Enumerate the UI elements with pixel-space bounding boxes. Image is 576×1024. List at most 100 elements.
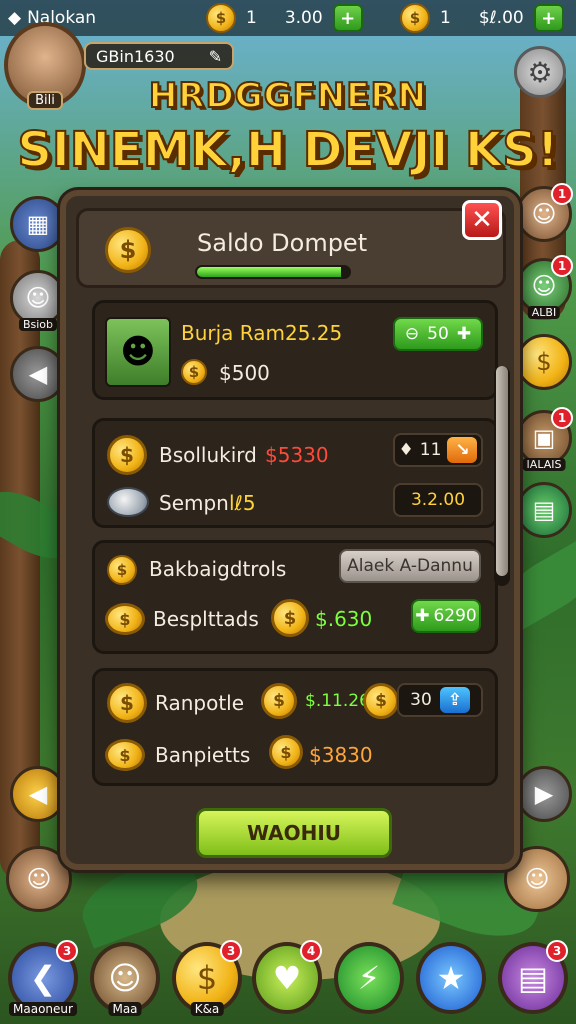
notification-badge: 1 bbox=[551, 255, 573, 277]
side-button-ally[interactable]: ☺ 1 ALBI bbox=[516, 255, 573, 319]
resource-counter: $ 1 3.00 + bbox=[206, 3, 363, 33]
side-button-back[interactable]: ◀ bbox=[10, 346, 66, 402]
nav-star-button[interactable]: ★ bbox=[416, 942, 486, 1014]
coin-icon: $ bbox=[107, 683, 147, 723]
row-value-pill: 3.2.00 bbox=[393, 483, 483, 517]
balance-card: $ Bsollukird $5330 ♦ 11 ↘ Sempn lℓ5 3.2.… bbox=[92, 418, 498, 528]
coin-stack-icon: $ bbox=[105, 739, 145, 771]
add-resource-button[interactable]: + bbox=[332, 4, 363, 32]
notification-badge: 4 bbox=[300, 940, 322, 962]
coin-icon: $ bbox=[271, 599, 309, 637]
coin-stack-icon: $ bbox=[105, 603, 145, 635]
expense-card: $ Ranpotle $ $.11.26 $ 30 ⇪ $ Banpietts … bbox=[92, 668, 498, 786]
nav-power-button[interactable]: ⚡ bbox=[334, 942, 404, 1014]
avatar-icon: ☺ bbox=[524, 865, 550, 893]
title-line-1: HRDGGFNERN bbox=[148, 75, 428, 117]
wallet-modal: $ Saldo Dompet ✕ ☻ Burja Ram25.25 $ $500… bbox=[60, 190, 520, 870]
arrow-right-icon: ▶ bbox=[534, 780, 554, 808]
side-button-next[interactable]: ▶ bbox=[516, 766, 572, 822]
row-label: Bakbaigdtrols bbox=[149, 557, 287, 581]
coin-icon: $ bbox=[181, 359, 207, 385]
coin-icon: $ bbox=[107, 435, 147, 475]
row-action[interactable]: ♦ 11 ↘ bbox=[393, 433, 483, 467]
avatar-icon: ☺ bbox=[25, 284, 51, 312]
close-icon: ✕ bbox=[471, 205, 493, 235]
resource-counter: $ 1 $ℓ.00 + bbox=[400, 3, 564, 33]
heart-icon: ♥ bbox=[272, 959, 302, 997]
avatar-icon: ☺ bbox=[26, 865, 52, 893]
player-id-bar[interactable]: GBin1630 ✎ bbox=[84, 42, 234, 70]
confirm-button[interactable]: WAOHIU bbox=[196, 808, 392, 858]
back-icon: ❮ bbox=[29, 959, 57, 997]
side-button-map[interactable]: ▦ bbox=[10, 196, 66, 252]
star-icon: ★ bbox=[436, 959, 466, 997]
modal-header: $ Saldo Dompet bbox=[76, 208, 506, 288]
avatar-icon: ☺ bbox=[531, 200, 557, 228]
item-image: ☻ bbox=[105, 317, 171, 387]
coin-icon: $ bbox=[363, 683, 399, 719]
side-button-profile[interactable]: ☺ Bsiob bbox=[10, 270, 66, 331]
coin-icon: $ bbox=[261, 683, 297, 719]
notification-badge: 3 bbox=[546, 940, 568, 962]
lightning-icon: ⚡ bbox=[357, 959, 381, 997]
coin-icon: $ bbox=[107, 555, 137, 585]
nav-favorites-button[interactable]: ♥ 4 bbox=[252, 940, 322, 1014]
side-button-chest[interactable]: ▣ 1 IALAIS bbox=[516, 407, 573, 471]
notification-badge: 3 bbox=[56, 940, 78, 962]
row-action[interactable]: 30 ⇪ bbox=[397, 683, 483, 717]
cards-icon: ▤ bbox=[517, 959, 549, 997]
row-label: Sempn bbox=[159, 491, 229, 515]
box-icon: ▤ bbox=[532, 496, 556, 524]
coin-icon: $ bbox=[269, 735, 303, 769]
row-value: $.11.26 bbox=[305, 691, 370, 711]
row-value: $3830 bbox=[309, 743, 373, 767]
minus-icon: ⊖ bbox=[404, 324, 420, 344]
coin-icon: $ bbox=[536, 348, 552, 376]
add-resource-button[interactable]: + bbox=[533, 4, 564, 32]
title-line-2: SINEMK,H DEVJI KS! bbox=[16, 121, 559, 179]
arrow-left-icon: ◀ bbox=[28, 780, 48, 808]
item-name: Burja Ram25.25 bbox=[181, 321, 343, 345]
status-bar: ◆ Nalokan $ 1 3.00 + $ 1 $ℓ.00 + bbox=[0, 0, 576, 36]
coin-icon: $ bbox=[105, 227, 151, 273]
row-value: $.630 bbox=[315, 607, 373, 631]
progress-fill bbox=[197, 267, 342, 277]
arrow-icon: ↘ bbox=[447, 437, 478, 463]
silver-coin-icon bbox=[107, 487, 149, 517]
nav-coins-button[interactable]: $ 3 K&a bbox=[172, 940, 242, 1016]
map-icon: ▦ bbox=[26, 210, 50, 238]
row-action[interactable]: ✚ 6290 bbox=[411, 599, 481, 633]
character-icon: ☻ bbox=[120, 332, 156, 372]
row-label: Banpietts bbox=[155, 743, 251, 767]
bottom-nav: ❮ 3 Maaoneur ☺ Maa $ 3 K&a ♥ 4 ⚡ ★ ▤ 3 bbox=[0, 938, 576, 1024]
item-buy-button[interactable]: ⊖ 50 ✚ bbox=[393, 317, 483, 351]
notification-badge: 3 bbox=[220, 940, 242, 962]
modal-title: Saldo Dompet bbox=[197, 229, 368, 257]
plus-icon: ✚ bbox=[456, 324, 472, 344]
key-icon: ♦ bbox=[398, 440, 414, 460]
side-button-friend[interactable]: ☺ 1 bbox=[516, 183, 573, 242]
row-label: Besplttads bbox=[153, 607, 259, 631]
side-button-coins[interactable]: $ bbox=[516, 334, 572, 390]
row-value: $5330 bbox=[265, 443, 329, 467]
item-card: ☻ Burja Ram25.25 $ $500 ⊖ 50 ✚ bbox=[92, 300, 498, 400]
row-action[interactable]: Alaek A-Dannu bbox=[339, 549, 481, 583]
row-value: lℓ5 bbox=[229, 491, 256, 515]
close-button[interactable]: ✕ bbox=[462, 200, 502, 240]
item-price: $500 bbox=[219, 361, 270, 385]
chest-icon: ▣ bbox=[532, 424, 556, 452]
arrow-left-icon: ◀ bbox=[28, 360, 48, 388]
coin-icon: $ bbox=[400, 3, 430, 33]
plus-icon: ✚ bbox=[415, 606, 430, 626]
modal-scrollbar[interactable] bbox=[494, 366, 510, 586]
nav-back-button[interactable]: ❮ 3 Maaoneur bbox=[8, 940, 78, 1016]
row-label: Bsollukird bbox=[159, 443, 257, 467]
nav-cards-button[interactable]: ▤ 3 bbox=[498, 940, 568, 1014]
side-button-box[interactable]: ▤ bbox=[516, 482, 572, 538]
scrollbar-thumb[interactable] bbox=[496, 366, 508, 576]
nav-hero-button[interactable]: ☺ Maa bbox=[90, 942, 160, 1016]
notification-badge: 1 bbox=[551, 183, 573, 205]
notification-badge: 1 bbox=[551, 407, 573, 429]
avatar-icon: ☺ bbox=[531, 272, 557, 300]
side-button-prev[interactable]: ◀ bbox=[10, 766, 66, 822]
